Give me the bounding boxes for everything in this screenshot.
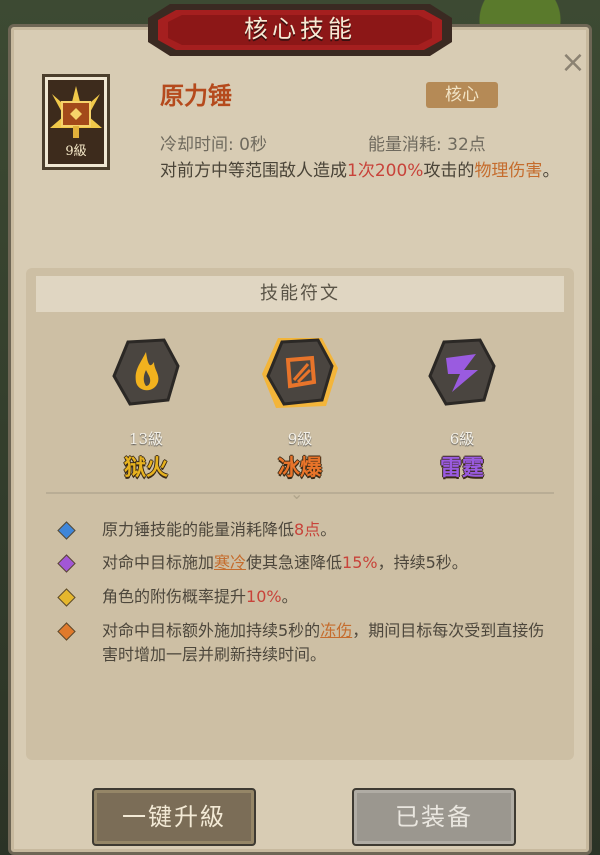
energy-cost-text: 能量消耗: 32点 <box>368 135 486 155</box>
rune-effect: 原力锤技能的能量消耗降低8点。 <box>57 518 560 542</box>
cold-keyword-link[interactable]: 寒冷 <box>214 553 246 572</box>
fire-rune-icon <box>112 338 180 406</box>
ice-burst-rune-icon <box>262 338 338 408</box>
panel-title: 核心技能 <box>244 15 356 43</box>
rune-effect: 对命中目标额外施加持续5秒的冻伤，期间目标每次受到直接伤害时增加一层并刷新持续时… <box>57 619 560 669</box>
rune-level: 6級 <box>449 430 475 448</box>
rune-header: 技能符文 <box>36 276 564 312</box>
rune-level: 13級 <box>128 430 164 448</box>
diamond-icon <box>57 521 76 540</box>
core-tag: 核心 <box>426 82 498 108</box>
rune-effect: 对命中目标施加寒冷使其急速降低15%，持续5秒。 <box>57 551 560 575</box>
chevron-down-icon: ⌄ <box>290 484 304 503</box>
rune-name: 狱火 <box>123 456 168 481</box>
cooldown-text: 冷却时间: 0秒 <box>160 135 267 155</box>
rune-effect: 角色的附伤概率提升10%。 <box>57 585 560 609</box>
skill-level: 9級 <box>65 144 87 159</box>
skill-name: 原力锤 <box>160 82 232 110</box>
rune-fire[interactable]: 13級 狱火 <box>86 336 206 496</box>
rune-name: 冰爆 <box>277 456 322 481</box>
rune-name: 雷霆 <box>439 456 484 481</box>
rune-thunder[interactable]: 6級 雷霆 <box>402 336 522 496</box>
equipped-button[interactable]: 已装备 <box>352 788 516 846</box>
frostbite-keyword-link[interactable]: 冻伤 <box>320 621 352 640</box>
diamond-icon <box>57 622 76 641</box>
one-click-upgrade-button[interactable]: 一键升級 <box>92 788 256 846</box>
title-banner: 核心技能 <box>148 4 452 56</box>
thunder-rune-icon <box>428 338 496 406</box>
rune-ice-burst[interactable]: 9級 冰爆 <box>240 336 360 496</box>
rune-level: 9級 <box>287 430 313 448</box>
skill-description: 对前方中等范围敌人造成1次200%攻击的物理伤害。 <box>160 161 560 181</box>
diamond-icon <box>57 554 76 573</box>
close-button[interactable]: × <box>556 46 590 80</box>
skill-icon: 9級 <box>42 74 110 170</box>
diamond-icon <box>57 588 76 607</box>
